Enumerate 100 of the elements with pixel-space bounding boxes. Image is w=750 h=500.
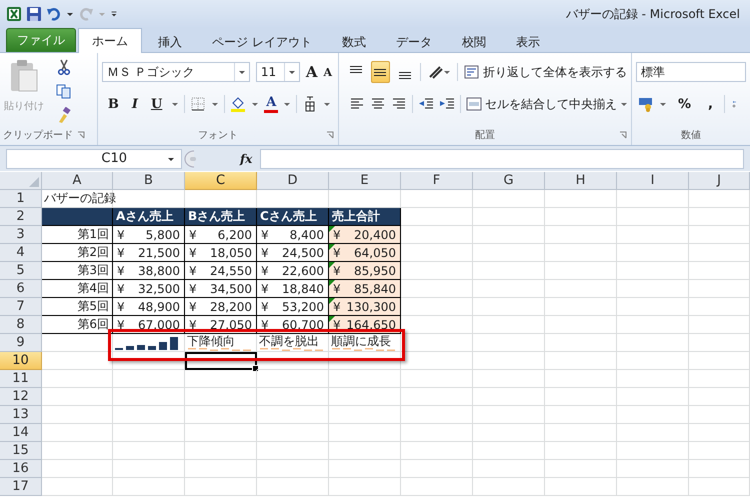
spreadsheet-cell[interactable] (185, 460, 257, 478)
font-size-dropdown[interactable]: 11 (256, 62, 300, 82)
spreadsheet-cell[interactable] (42, 424, 113, 442)
spreadsheet-cell[interactable] (42, 334, 113, 352)
ribbon-tab[interactable]: 表示 (502, 30, 554, 53)
customize-toolbar-icon[interactable] (110, 10, 118, 18)
font-color-button[interactable]: A (264, 96, 278, 112)
spreadsheet-cell[interactable] (329, 478, 401, 496)
select-all-icon[interactable] (29, 177, 39, 187)
column-header[interactable]: F (401, 172, 473, 190)
formula-input[interactable] (260, 148, 744, 168)
spreadsheet-cell[interactable] (689, 208, 750, 226)
ribbon-tab[interactable]: 挿入 (144, 30, 196, 53)
spreadsheet-cell[interactable] (473, 388, 545, 406)
spreadsheet-cell[interactable] (545, 406, 617, 424)
row-header[interactable]: 15 (0, 442, 42, 460)
spreadsheet-cell[interactable] (42, 406, 113, 424)
spreadsheet-cell[interactable] (473, 190, 545, 208)
spreadsheet-cell[interactable] (473, 424, 545, 442)
ribbon-tab[interactable]: ページ レイアウト (198, 30, 326, 53)
spreadsheet-cell[interactable] (689, 478, 750, 496)
spreadsheet-cell[interactable] (617, 190, 689, 208)
decimal-icon[interactable] (730, 100, 738, 108)
spreadsheet-cell[interactable] (545, 226, 617, 244)
grow-font-button[interactable]: A (306, 63, 318, 81)
spreadsheet-cell[interactable] (42, 442, 113, 460)
spreadsheet-cell[interactable] (473, 262, 545, 280)
spreadsheet-cell[interactable] (42, 478, 113, 496)
spreadsheet-cell[interactable] (689, 262, 750, 280)
spreadsheet-cell[interactable] (617, 298, 689, 316)
spreadsheet-cell[interactable] (42, 460, 113, 478)
spreadsheet-cell[interactable] (617, 352, 689, 370)
spreadsheet-cell[interactable] (689, 388, 750, 406)
percent-button[interactable]: % (672, 96, 698, 112)
column-header[interactable]: H (545, 172, 617, 190)
comma-button[interactable]: , (702, 96, 719, 112)
spreadsheet-cell[interactable] (401, 406, 473, 424)
vertical-align-button[interactable] (371, 61, 390, 83)
spreadsheet-cell[interactable] (617, 226, 689, 244)
spreadsheet-cell[interactable] (689, 442, 750, 460)
merge-center-button[interactable]: セルを結合して中央揃え (466, 96, 628, 112)
spreadsheet-cell[interactable] (545, 388, 617, 406)
spreadsheet-cell[interactable] (617, 460, 689, 478)
spreadsheet-cell[interactable] (401, 280, 473, 298)
undo-icon[interactable] (46, 6, 62, 22)
column-header[interactable]: I (617, 172, 689, 190)
spreadsheet-cell[interactable] (113, 370, 185, 388)
spreadsheet-cell[interactable] (329, 388, 401, 406)
spreadsheet-cell[interactable] (401, 226, 473, 244)
spreadsheet-cell[interactable] (545, 478, 617, 496)
caret-icon[interactable] (659, 100, 667, 108)
row-header[interactable]: 10 (0, 352, 42, 370)
column-header[interactable]: G (473, 172, 545, 190)
row-header[interactable]: 17 (0, 478, 42, 496)
spreadsheet-cell[interactable] (545, 262, 617, 280)
spreadsheet-cell[interactable] (257, 460, 329, 478)
spreadsheet-cell[interactable] (545, 190, 617, 208)
ribbon-tab[interactable]: 数式 (328, 30, 380, 53)
caret-icon[interactable] (323, 100, 332, 108)
caret-icon[interactable] (251, 100, 260, 108)
copy-icon[interactable] (56, 83, 72, 99)
wrap-text-button[interactable]: 折り返して全体を表示する (464, 64, 627, 80)
font-style-button[interactable]: U (146, 96, 166, 112)
brush-icon[interactable] (56, 107, 72, 123)
spreadsheet-cell[interactable] (617, 262, 689, 280)
spreadsheet-cell[interactable] (473, 334, 545, 352)
error-indicator-icon[interactable] (329, 280, 335, 286)
spreadsheet-cell[interactable] (689, 406, 750, 424)
spreadsheet-cell[interactable] (473, 442, 545, 460)
column-header[interactable]: E (329, 172, 401, 190)
row-header[interactable]: 9 (0, 334, 42, 352)
spreadsheet-cell[interactable] (689, 298, 750, 316)
spreadsheet-cell[interactable] (257, 478, 329, 496)
spreadsheet-cell[interactable] (185, 370, 257, 388)
spreadsheet-cell[interactable] (42, 388, 113, 406)
ribbon-tab[interactable]: ホーム (78, 28, 142, 53)
spreadsheet-cell[interactable] (689, 460, 750, 478)
spreadsheet-cell[interactable] (329, 406, 401, 424)
row-header[interactable]: 7 (0, 298, 42, 316)
spreadsheet-cell[interactable] (401, 424, 473, 442)
spreadsheet-cell[interactable] (185, 388, 257, 406)
caret-icon[interactable] (283, 100, 292, 108)
spreadsheet-cell[interactable] (257, 370, 329, 388)
spreadsheet-cell[interactable] (545, 334, 617, 352)
border-icon[interactable] (190, 96, 206, 112)
spreadsheet-cell[interactable] (113, 442, 185, 460)
spreadsheet-cell[interactable] (329, 442, 401, 460)
row-header[interactable]: 5 (0, 262, 42, 280)
spreadsheet-cell[interactable] (617, 244, 689, 262)
spreadsheet-cell[interactable] (113, 424, 185, 442)
spreadsheet-cell[interactable] (617, 334, 689, 352)
clipboard-icon[interactable] (9, 59, 39, 93)
spreadsheet-cell[interactable] (689, 334, 750, 352)
spreadsheet-cell[interactable] (617, 424, 689, 442)
row-header[interactable]: 12 (0, 388, 42, 406)
spreadsheet-cell[interactable] (689, 370, 750, 388)
error-indicator-icon[interactable] (329, 226, 335, 232)
spreadsheet-cell[interactable] (473, 352, 545, 370)
spreadsheet-cell[interactable] (473, 226, 545, 244)
fill-color-icon[interactable] (230, 96, 246, 112)
